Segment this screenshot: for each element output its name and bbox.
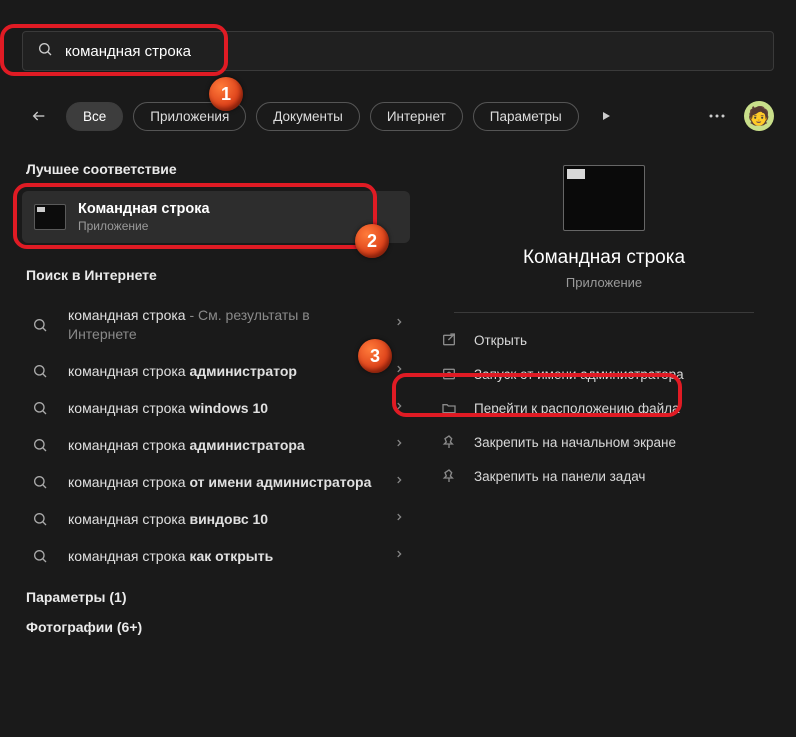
section-best-match: Лучшее соответствие — [26, 161, 406, 177]
action-label: Закрепить на начальном экране — [474, 435, 676, 450]
open-icon — [438, 332, 460, 348]
web-result-item[interactable]: командная строка windows 10 — [22, 390, 410, 427]
preview-subtitle: Приложение — [566, 275, 642, 290]
action-pin-start[interactable]: Закрепить на начальном экране — [434, 425, 774, 459]
web-result-item[interactable]: командная строка как открыть — [22, 538, 410, 575]
best-match-title: Командная строка — [78, 201, 210, 217]
more-filters-button[interactable] — [589, 99, 623, 133]
search-icon — [26, 548, 54, 564]
web-result-label: командная строка windows 10 — [68, 399, 380, 418]
web-result-label: командная строка администратор — [68, 362, 380, 381]
folder-icon — [438, 400, 460, 416]
action-label: Открыть — [474, 333, 527, 348]
action-label: Запуск от имени администратора — [474, 367, 684, 382]
filter-docs[interactable]: Документы — [256, 102, 360, 131]
search-icon — [37, 41, 53, 62]
cmd-icon — [34, 204, 66, 230]
best-match-subtitle: Приложение — [78, 219, 210, 233]
chevron-right-icon — [394, 510, 404, 529]
search-icon — [26, 511, 54, 527]
filter-settings[interactable]: Параметры — [473, 102, 579, 131]
web-result-item[interactable]: командная строка виндовс 10 — [22, 501, 410, 538]
user-avatar[interactable]: 🧑 — [744, 101, 774, 131]
web-result-item[interactable]: командная строка администратор — [22, 353, 410, 390]
annotation-badge-2: 2 — [355, 224, 389, 258]
action-label: Перейти к расположению файла — [474, 401, 680, 416]
search-icon — [26, 474, 54, 490]
search-icon — [26, 317, 54, 333]
web-result-item[interactable]: командная строка от имени администратора — [22, 464, 410, 501]
annotation-badge-1: 1 — [209, 77, 243, 111]
action-file-location[interactable]: Перейти к расположению файла — [434, 391, 774, 425]
web-result-item[interactable]: командная строка администратора — [22, 427, 410, 464]
web-result-label: командная строка как открыть — [68, 547, 380, 566]
preview-icon — [563, 165, 645, 231]
section-web: Поиск в Интернете — [26, 267, 406, 283]
preview-title: Командная строка — [523, 247, 685, 269]
web-result-label: командная строка от имени администратора — [68, 473, 380, 492]
action-run-admin[interactable]: Запуск от имени администратора — [434, 357, 774, 391]
action-label: Закрепить на панели задач — [474, 469, 645, 484]
web-result-label: командная строка - См. результаты в Инте… — [68, 306, 380, 344]
back-button[interactable] — [22, 99, 56, 133]
web-result-label: командная строка виндовс 10 — [68, 510, 380, 529]
chevron-right-icon — [394, 362, 404, 381]
chevron-right-icon — [394, 399, 404, 418]
pin-icon — [438, 468, 460, 484]
section-photos[interactable]: Фотографии (6+) — [26, 619, 406, 635]
section-params[interactable]: Параметры (1) — [26, 589, 406, 605]
pin-icon — [438, 434, 460, 450]
action-pin-taskbar[interactable]: Закрепить на панели задач — [434, 459, 774, 493]
annotation-badge-3: 3 — [358, 339, 392, 373]
web-result-item[interactable]: командная строка - См. результаты в Инте… — [22, 297, 410, 353]
search-input[interactable] — [65, 43, 759, 60]
action-open[interactable]: Открыть — [434, 323, 774, 357]
search-bar[interactable] — [22, 31, 774, 71]
filter-web[interactable]: Интернет — [370, 102, 463, 131]
search-icon — [26, 363, 54, 379]
search-icon — [26, 400, 54, 416]
chevron-right-icon — [394, 436, 404, 455]
divider — [454, 312, 753, 313]
shield-icon — [438, 366, 460, 382]
chevron-right-icon — [394, 315, 404, 334]
overflow-button[interactable] — [700, 99, 734, 133]
filter-all[interactable]: Все — [66, 102, 123, 131]
chevron-right-icon — [394, 547, 404, 566]
web-result-label: командная строка администратора — [68, 436, 380, 455]
best-match-result[interactable]: Командная строка Приложение — [22, 191, 410, 243]
chevron-right-icon — [394, 473, 404, 492]
search-icon — [26, 437, 54, 453]
